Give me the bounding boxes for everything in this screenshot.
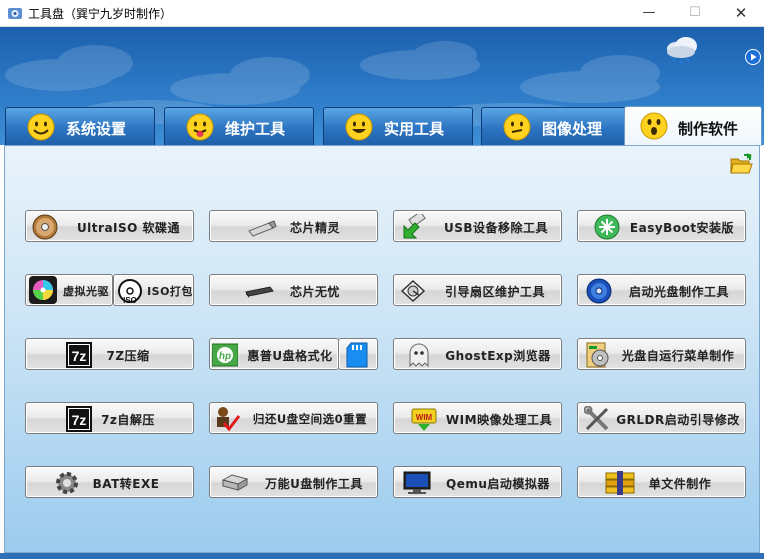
button-label: WIM映像处理工具 [445, 413, 553, 427]
monitor-icon [403, 471, 431, 494]
7z-icon: 7z [66, 406, 92, 432]
smile-face-icon [27, 113, 55, 141]
drive-icon [221, 474, 249, 491]
archive-books-icon [605, 471, 635, 495]
button-label: 引导扇区维护工具 [444, 285, 545, 299]
7z-sfx-button[interactable]: 7z 7z自解压 [25, 402, 194, 434]
wim-tool-button[interactable]: WIM WIM映像处理工具 [393, 402, 562, 434]
wim-icon: WIM [411, 408, 437, 431]
ghost-icon [409, 343, 429, 368]
button-label: 7z自解压 [101, 413, 155, 427]
sd-card-button[interactable] [338, 338, 378, 370]
usb-eject-icon [403, 214, 426, 239]
qemu-button[interactable]: Qemu启动模拟器 [393, 466, 562, 498]
svg-text:hp: hp [219, 351, 231, 362]
svg-text:7z: 7z [72, 412, 87, 428]
button-label: 单文件制作 [648, 477, 712, 491]
button-label: GRLDR启动引导修改 [616, 413, 740, 427]
disc-icon [32, 214, 58, 240]
app-icon [8, 8, 22, 19]
button-label: Qemu启动模拟器 [446, 477, 550, 491]
sd-card-icon [346, 342, 368, 368]
worker-check-icon [217, 407, 240, 432]
udisk-maker-button[interactable]: 万能U盘制作工具 [209, 466, 378, 498]
window-title: 工具盘（巽宁九岁时制作） [28, 7, 173, 21]
hp-logo-icon: hp [212, 343, 238, 367]
chip-wizard-button[interactable]: 芯片精灵 [209, 210, 378, 242]
button-label: GhostExp浏览器 [445, 349, 551, 363]
surprised-face-icon [640, 112, 668, 140]
easyboot-icon [594, 214, 620, 240]
bottom-border [0, 553, 764, 559]
tab-image-processing[interactable]: 图像处理 [481, 107, 631, 145]
button-label: 归还U盘空间选0重置 [252, 412, 368, 426]
close-button[interactable]: ✕ [718, 0, 764, 26]
button-label: 万能U盘制作工具 [265, 477, 363, 491]
button-label: USB设备移除工具 [443, 221, 549, 235]
bat-to-exe-button[interactable]: BAT转EXE [25, 466, 194, 498]
7z-compress-button[interactable]: 7z 7Z压缩 [25, 338, 194, 370]
autorun-disc-icon [586, 342, 609, 368]
button-label: 光盘自运行菜单制作 [621, 349, 735, 363]
autorun-menu-button[interactable]: 光盘自运行菜单制作 [577, 338, 746, 370]
usb-drive-icon [245, 286, 274, 298]
button-label: 启动光盘制作工具 [628, 285, 729, 299]
hp-format-button[interactable]: hp 惠普U盘格式化 [209, 338, 339, 370]
tab-label: 实用工具 [384, 120, 445, 138]
tab-label: 制作软件 [678, 120, 739, 138]
boot-cd-button[interactable]: 启动光盘制作工具 [577, 274, 746, 306]
ghostexp-button[interactable]: GhostExp浏览器 [393, 338, 562, 370]
play-icon[interactable] [745, 49, 761, 65]
button-label: 7Z压缩 [106, 349, 150, 363]
maximize-button[interactable]: ☐ [672, 0, 718, 26]
button-label: 惠普U盘格式化 [247, 349, 333, 363]
iso-disc-icon: ISO [118, 279, 142, 304]
button-label: UltraISO 软碟通 [76, 221, 181, 235]
svg-text:WIM: WIM [416, 413, 433, 422]
usb-stick-icon [248, 220, 277, 237]
tab-label: 图像处理 [542, 120, 603, 138]
tab-label: 维护工具 [225, 120, 286, 138]
title-bar: 工具盘（巽宁九岁时制作） — ☐ ✕ [0, 0, 764, 27]
button-label: 虚拟光驱 [63, 285, 109, 298]
ultraiso-button[interactable]: UltraISO 软碟通 [25, 210, 194, 242]
svg-text:7z: 7z [72, 348, 87, 364]
grldr-button[interactable]: GRLDR启动引导修改 [577, 402, 746, 434]
minimize-button[interactable]: — [626, 0, 672, 26]
tongue-face-icon [186, 113, 214, 141]
weather-cloud-icon[interactable] [664, 33, 700, 65]
tab-utility-tools[interactable]: 实用工具 [323, 107, 473, 145]
virtual-drive-icon [29, 276, 57, 304]
hard-disk-icon [400, 279, 426, 303]
7z-icon: 7z [66, 342, 92, 368]
gear-icon [56, 472, 78, 494]
boot-sector-button[interactable]: 引导扇区维护工具 [393, 274, 562, 306]
tab-make-software[interactable]: 制作软件 [624, 106, 762, 146]
single-file-button[interactable]: 单文件制作 [577, 466, 746, 498]
tab-system-settings[interactable]: 系统设置 [5, 107, 155, 145]
restore-udisk-button[interactable]: 归还U盘空间选0重置 [209, 402, 378, 434]
easyboot-button[interactable]: EasyBoot安装版 [577, 210, 746, 242]
chip-worry-button[interactable]: 芯片无忧 [209, 274, 378, 306]
tab-label: 系统设置 [66, 120, 127, 138]
button-label: 芯片精灵 [289, 221, 340, 235]
iso-pack-button[interactable]: ISO ISO打包 [113, 274, 194, 306]
button-label: ISO打包 [147, 285, 193, 298]
tab-maintenance-tools[interactable]: 维护工具 [164, 107, 314, 145]
virtual-cd-button[interactable]: 虚拟光驱 [25, 274, 113, 306]
tools-icon [584, 406, 609, 431]
button-label: BAT转EXE [92, 477, 160, 491]
open-folder-icon[interactable] [729, 153, 753, 177]
svg-text:ISO: ISO [123, 296, 137, 304]
grin-face-icon [345, 113, 373, 141]
blue-disc-icon [586, 278, 612, 304]
button-label: 芯片无忧 [289, 285, 340, 299]
button-label: EasyBoot安装版 [629, 221, 735, 235]
confused-face-icon [503, 113, 531, 141]
usb-remove-button[interactable]: USB设备移除工具 [393, 210, 562, 242]
